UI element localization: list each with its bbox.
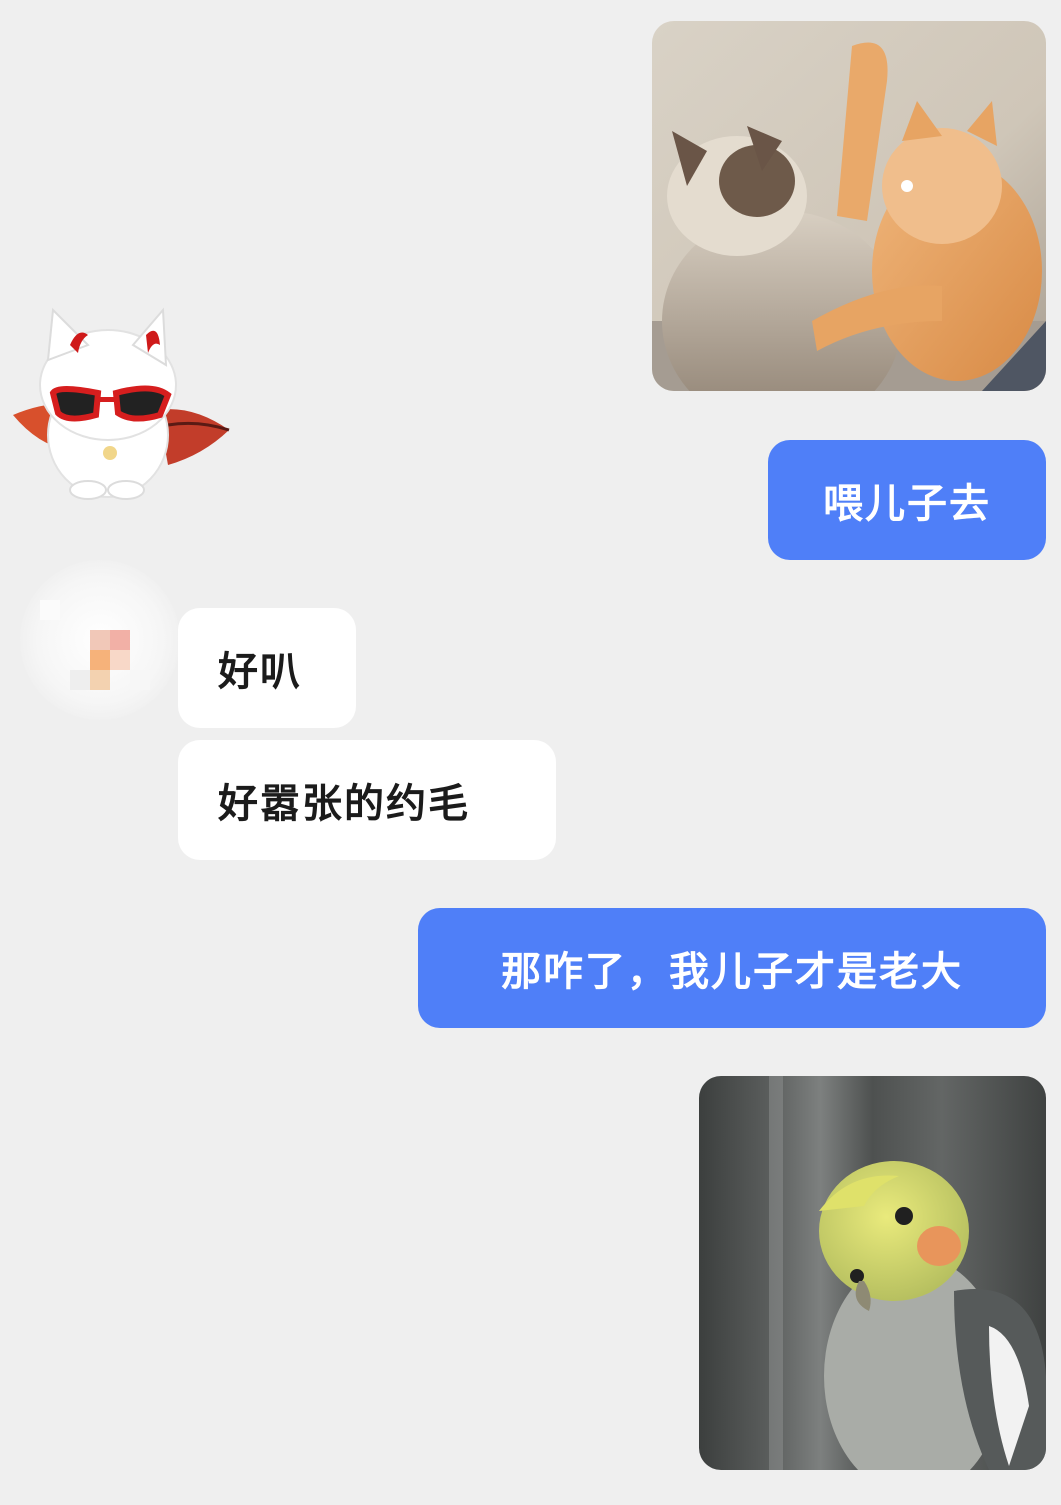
- devil-cat-sticker[interactable]: [8, 305, 234, 500]
- message-text: 好叭: [218, 649, 302, 695]
- message-text: 好嚣张的约毛: [218, 781, 470, 827]
- cockatiel-image[interactable]: [699, 1076, 1046, 1470]
- message-bubble-incoming[interactable]: 好嚣张的约毛: [178, 740, 556, 860]
- avatar[interactable]: [20, 560, 180, 720]
- cat-fight-image[interactable]: [652, 21, 1046, 391]
- cockatiel-illustration: [699, 1076, 1046, 1470]
- message-bubble-outgoing[interactable]: 那咋了，我儿子才是老大: [418, 908, 1046, 1028]
- message-bubble-outgoing[interactable]: 喂儿子去: [768, 440, 1046, 560]
- message-text: 那咋了，我儿子才是老大: [501, 949, 963, 995]
- message-text: 喂儿子去: [823, 481, 991, 527]
- message-bubble-incoming[interactable]: 好叭: [178, 608, 356, 728]
- devil-cat-illustration: [13, 307, 230, 500]
- chat-thread: 喂儿子去 好叭 好嚣张的约毛 那咋了，我儿子才是老大: [0, 0, 1061, 1505]
- cat-fight-illustration: [652, 21, 1046, 391]
- avatar-pixelated-image: [40, 600, 150, 690]
